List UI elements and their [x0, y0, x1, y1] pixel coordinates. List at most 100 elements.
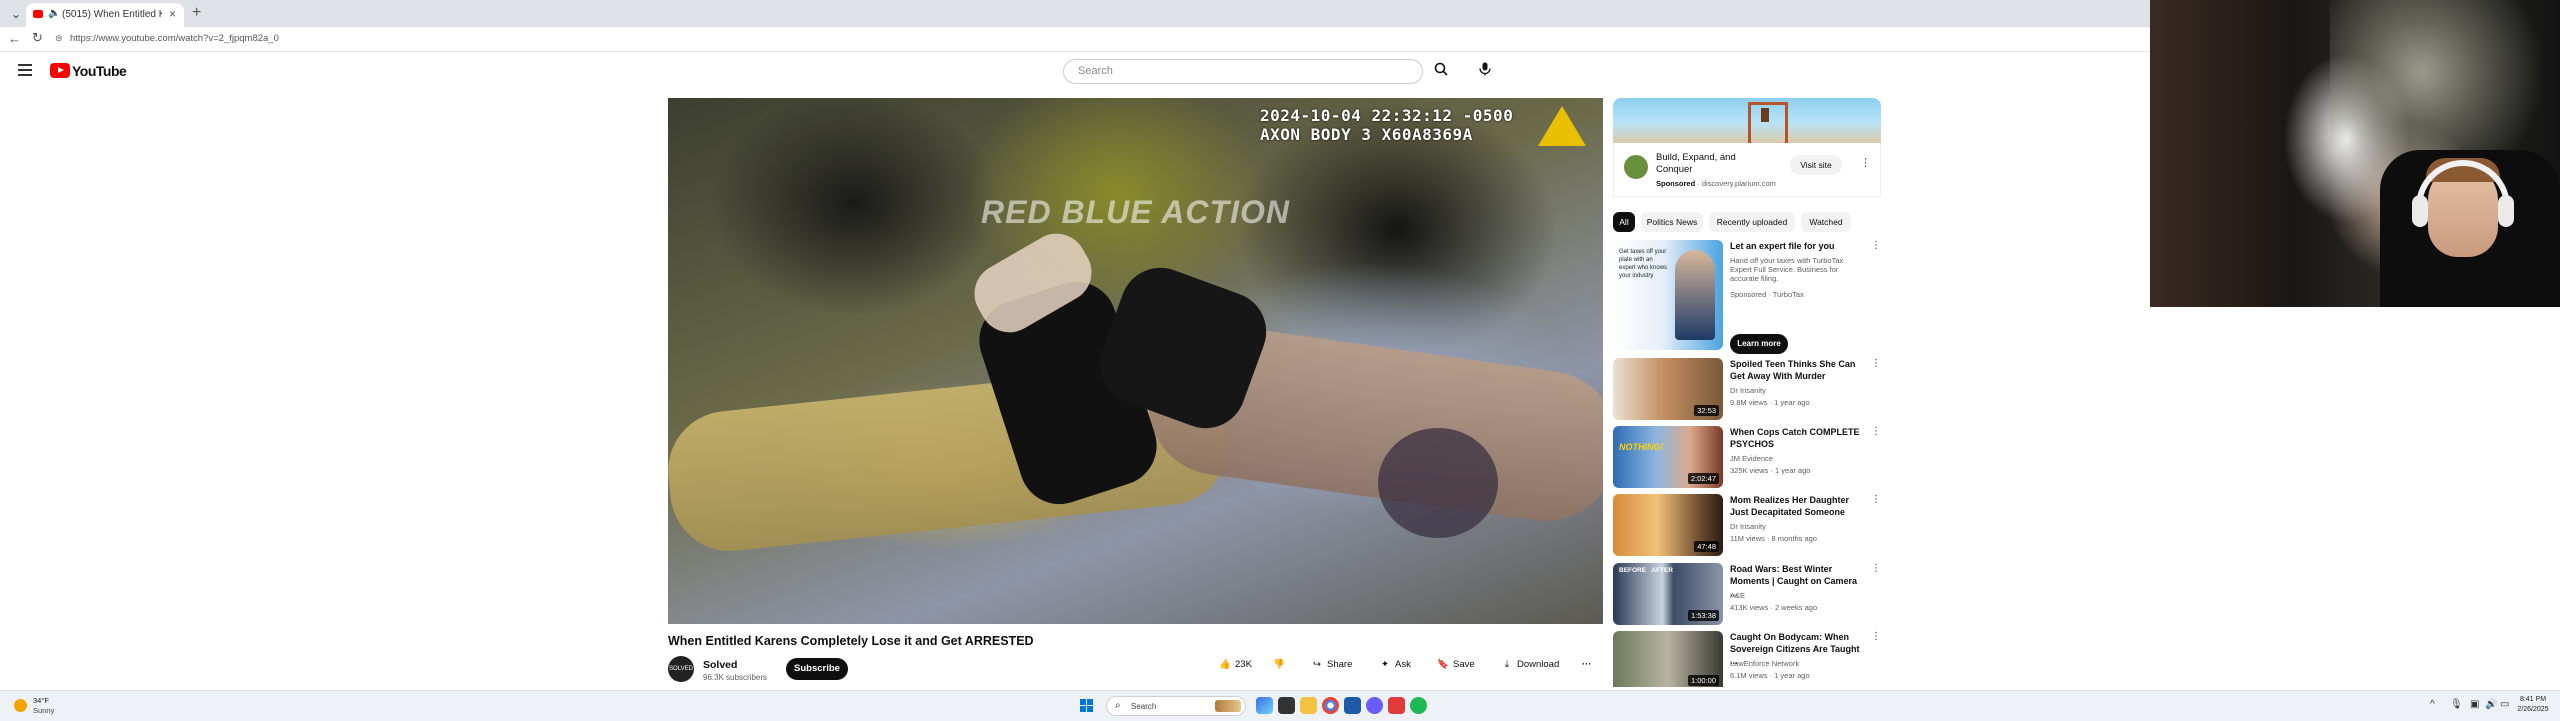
network-icon[interactable]: ▣: [2470, 699, 2479, 710]
address-bar: ← ↻ ⊜ https://www.youtube.com/watch?v=2_…: [0, 27, 2150, 52]
recommendation-stats: 11M views · 8 months ago: [1730, 534, 1817, 543]
microphone-icon[interactable]: [1472, 59, 1497, 84]
tab-title: (5015) When Entitled Karens Completely L…: [62, 9, 162, 20]
close-tab-icon[interactable]: ×: [169, 7, 176, 21]
more-vert-icon[interactable]: ⋮: [1871, 631, 1881, 642]
recommendation-title[interactable]: Mom Realizes Her Daughter Just Decapitat…: [1730, 494, 1865, 518]
video-thumbnail[interactable]: Get taxes off your plate with an expert …: [1613, 240, 1723, 350]
recommendation-stats: 325K views · 1 year ago: [1730, 466, 1811, 475]
microphone-icon[interactable]: 🎙: [2450, 699, 2463, 710]
more-vert-icon[interactable]: ⋮: [1871, 426, 1881, 437]
ad-banner-image[interactable]: [1613, 98, 1881, 143]
browser-tab-bar: ⌄ 🔈 (5015) When Entitled Karens Complete…: [0, 0, 2150, 27]
sun-weather-icon[interactable]: [14, 699, 27, 712]
video-thumbnail[interactable]: NOTHING! 2:02:47: [1613, 426, 1723, 488]
file-explorer-icon[interactable]: [1300, 697, 1317, 714]
windows-taskbar: 34°F Sunny ⌕ Search ^ 🎙 ▣ 🔊 ▭ 8:41 PM 2/…: [0, 690, 2560, 721]
chrome-app-icon[interactable]: [1322, 697, 1339, 714]
tab-list-dropdown-icon[interactable]: ⌄: [8, 6, 24, 22]
duration-badge: 2:02:47: [1687, 473, 1719, 484]
subscribe-button[interactable]: Subscribe: [786, 658, 848, 680]
video-player[interactable]: 2024-10-04 22:32:12 -0500 AXON BODY 3 X60…: [668, 98, 1603, 624]
save-button[interactable]: 🔖 Save: [1436, 659, 1486, 679]
chip-politics-news[interactable]: Politics News: [1641, 212, 1703, 232]
recommendation-item[interactable]: NOTHING! 2:02:47 When Cops Catch COMPLET…: [1613, 426, 1883, 490]
speaker-icon[interactable]: 🔈: [48, 8, 60, 19]
recommendation-channel: Dr Insanity: [1730, 386, 1766, 395]
site-info-icon[interactable]: ⊜: [55, 33, 65, 43]
share-arrow-icon: ↪: [1313, 659, 1321, 670]
more-vert-icon[interactable]: ⋮: [1871, 494, 1881, 505]
battery-icon[interactable]: ▭: [2500, 699, 2509, 710]
search-input[interactable]: [1076, 64, 1410, 78]
url-text[interactable]: https://www.youtube.com/watch?v=2_fjpqm8…: [70, 33, 279, 44]
duration-badge: 1:00:00: [1687, 675, 1719, 686]
more-actions-button[interactable]: ···: [1582, 659, 1602, 679]
taskbar-search-box[interactable]: ⌕ Search: [1106, 696, 1246, 716]
taskbar-search-label: Search: [1131, 702, 1157, 711]
windows-start-icon[interactable]: [1080, 699, 1094, 713]
more-vert-icon[interactable]: ⋮: [1871, 240, 1881, 251]
more-vert-icon[interactable]: ⋮: [1871, 358, 1881, 369]
save-label: Save: [1453, 659, 1475, 670]
weather-temperature[interactable]: 34°F: [33, 696, 49, 705]
browser-tab-active[interactable]: 🔈 (5015) When Entitled Karens Completely…: [26, 3, 184, 27]
recommendation-stats: 9.8M views · 1 year ago: [1730, 398, 1810, 407]
new-tab-button[interactable]: +: [192, 4, 201, 22]
show-hidden-icons-icon[interactable]: ^: [2430, 699, 2435, 710]
video-thumbnail[interactable]: 32:53: [1613, 358, 1723, 420]
thumbnail-caption: NOTHING!: [1619, 442, 1664, 452]
ad-title[interactable]: Build, Expand, and Conquer: [1656, 152, 1766, 176]
ask-button[interactable]: ✦ Ask: [1378, 659, 1426, 679]
search-icon[interactable]: [1423, 59, 1459, 84]
chip-all[interactable]: All: [1613, 212, 1635, 232]
thumbs-down-icon: 👎: [1273, 659, 1285, 670]
app-icon[interactable]: [1344, 697, 1361, 714]
sponsored-recommendation[interactable]: Get taxes off your plate with an expert …: [1613, 240, 1883, 355]
speaker-icon[interactable]: 🔊: [2485, 699, 2497, 710]
subscriber-count: 96.3K subscribers: [703, 673, 768, 682]
thumbs-up-icon: 👍: [1219, 659, 1231, 670]
like-button[interactable]: 👍 23K: [1218, 659, 1266, 679]
taskbar-clock[interactable]: 8:41 PM 2/26/2025: [2513, 695, 2553, 715]
recommendation-item[interactable]: 1:00:00 Caught On Bodycam: When Sovereig…: [1613, 631, 1883, 687]
more-vert-icon[interactable]: ⋮: [1871, 563, 1881, 574]
app-icon[interactable]: [1388, 697, 1405, 714]
ad-domain: discovery.plarium.com: [1701, 179, 1776, 188]
dislike-button[interactable]: 👎: [1272, 659, 1292, 679]
recommendation-item[interactable]: 47:48 Mom Realizes Her Daughter Just Dec…: [1613, 494, 1883, 558]
task-view-icon[interactable]: [1278, 697, 1295, 714]
recommendation-channel: Dr Insanity: [1730, 522, 1766, 531]
visit-site-button[interactable]: Visit site: [1790, 155, 1842, 175]
recommendation-title[interactable]: Spoiled Teen Thinks She Can Get Away Wit…: [1730, 358, 1865, 382]
channel-avatar[interactable]: SOLVED: [668, 656, 694, 682]
share-button[interactable]: ↪ Share: [1310, 659, 1368, 679]
recommendation-title[interactable]: Road Wars: Best Winter Moments | Caught …: [1730, 563, 1865, 599]
video-thumbnail[interactable]: BEFORE AFTER 1:53:38: [1613, 563, 1723, 625]
more-vert-icon[interactable]: ⋮: [1860, 156, 1871, 169]
copilot-app-icon[interactable]: [1256, 697, 1273, 714]
video-thumbnail[interactable]: 1:00:00: [1613, 631, 1723, 687]
recommendation-item[interactable]: 32:53 Spoiled Teen Thinks She Can Get Aw…: [1613, 358, 1883, 422]
app-icon[interactable]: [1366, 697, 1383, 714]
share-label: Share: [1327, 659, 1353, 670]
guide-menu-icon[interactable]: [18, 64, 32, 79]
duration-badge: 1:53:38: [1687, 610, 1719, 621]
recommendation-title[interactable]: When Cops Catch COMPLETE PSYCHOS: [1730, 426, 1865, 450]
ad-card[interactable]: Build, Expand, and Conquer Sponsored · d…: [1613, 143, 1881, 197]
chip-recently-uploaded[interactable]: Recently uploaded: [1709, 212, 1795, 232]
recommendation-channel: Sponsored · TurboTax: [1730, 290, 1804, 299]
chip-watched[interactable]: Watched: [1801, 212, 1851, 232]
recommendation-item[interactable]: BEFORE AFTER 1:53:38 Road Wars: Best Win…: [1613, 563, 1883, 627]
channel-name[interactable]: Solved: [703, 659, 737, 671]
video-thumbnail[interactable]: 47:48: [1613, 494, 1723, 556]
reload-icon[interactable]: ↻: [32, 30, 43, 46]
learn-more-button[interactable]: Learn more: [1730, 334, 1788, 354]
back-arrow-icon[interactable]: ←: [8, 31, 21, 46]
spotify-app-icon[interactable]: [1410, 697, 1427, 714]
channel-watermark: RED BLUE ACTION: [981, 194, 1290, 230]
weather-condition[interactable]: Sunny: [33, 706, 54, 715]
recommendation-title[interactable]: Let an expert file for you: [1730, 240, 1865, 252]
recommendation-channel: JM Evidence: [1730, 454, 1773, 463]
download-button[interactable]: ⤓ Download: [1500, 659, 1570, 679]
